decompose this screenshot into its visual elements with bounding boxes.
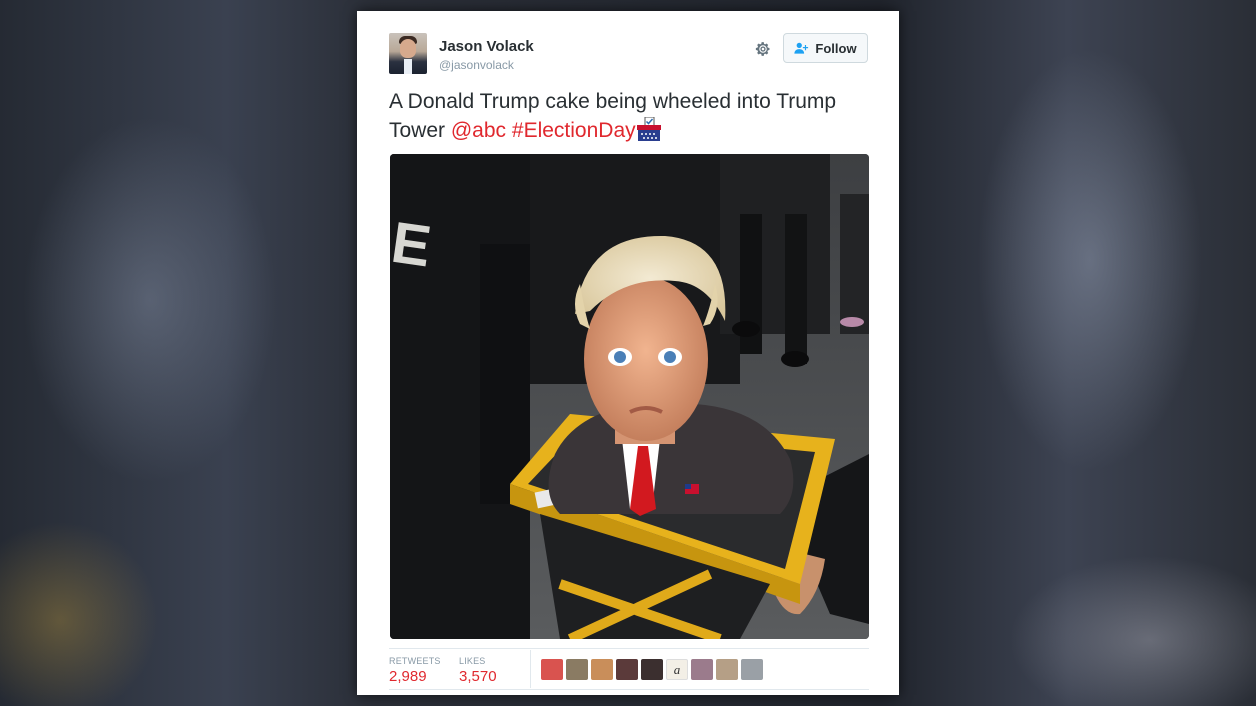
liker-avatar[interactable]	[541, 659, 563, 680]
retweets-label: RETWEETS	[389, 656, 441, 666]
tweet-photo[interactable]: E	[390, 154, 869, 639]
follow-label: Follow	[815, 40, 857, 56]
hashtag-link[interactable]: #ElectionDay	[512, 119, 636, 142]
follow-person-icon	[794, 42, 809, 54]
stats-divider	[389, 648, 869, 649]
stats-divider-bottom	[389, 689, 869, 690]
liker-avatar[interactable]	[716, 659, 738, 680]
tweet-card: Jason Volack @jasonvolack Follow A Donal…	[357, 11, 899, 695]
liker-avatars: a	[541, 659, 763, 680]
likes-label: LIKES	[459, 656, 486, 666]
liker-avatar[interactable]	[591, 659, 613, 680]
liker-avatar[interactable]	[566, 659, 588, 680]
author-name[interactable]: Jason Volack	[439, 38, 534, 55]
stats-separator	[530, 650, 531, 688]
liker-avatar[interactable]	[641, 659, 663, 680]
gear-icon[interactable]	[754, 40, 772, 58]
liker-avatar[interactable]	[616, 659, 638, 680]
mention-link[interactable]: @abc	[451, 119, 506, 142]
follow-button[interactable]: Follow	[783, 33, 868, 63]
author-handle[interactable]: @jasonvolack	[439, 58, 514, 72]
liker-avatar[interactable]	[691, 659, 713, 680]
retweets-count[interactable]: 2,989	[389, 668, 427, 685]
liker-avatar[interactable]	[741, 659, 763, 680]
tweet-text: A Donald Trump cake being wheeled into T…	[389, 87, 869, 145]
likes-count[interactable]: 3,570	[459, 668, 497, 685]
ballot-box-emoji	[636, 116, 662, 141]
avatar[interactable]	[389, 33, 427, 74]
liker-avatar[interactable]: a	[666, 659, 688, 680]
